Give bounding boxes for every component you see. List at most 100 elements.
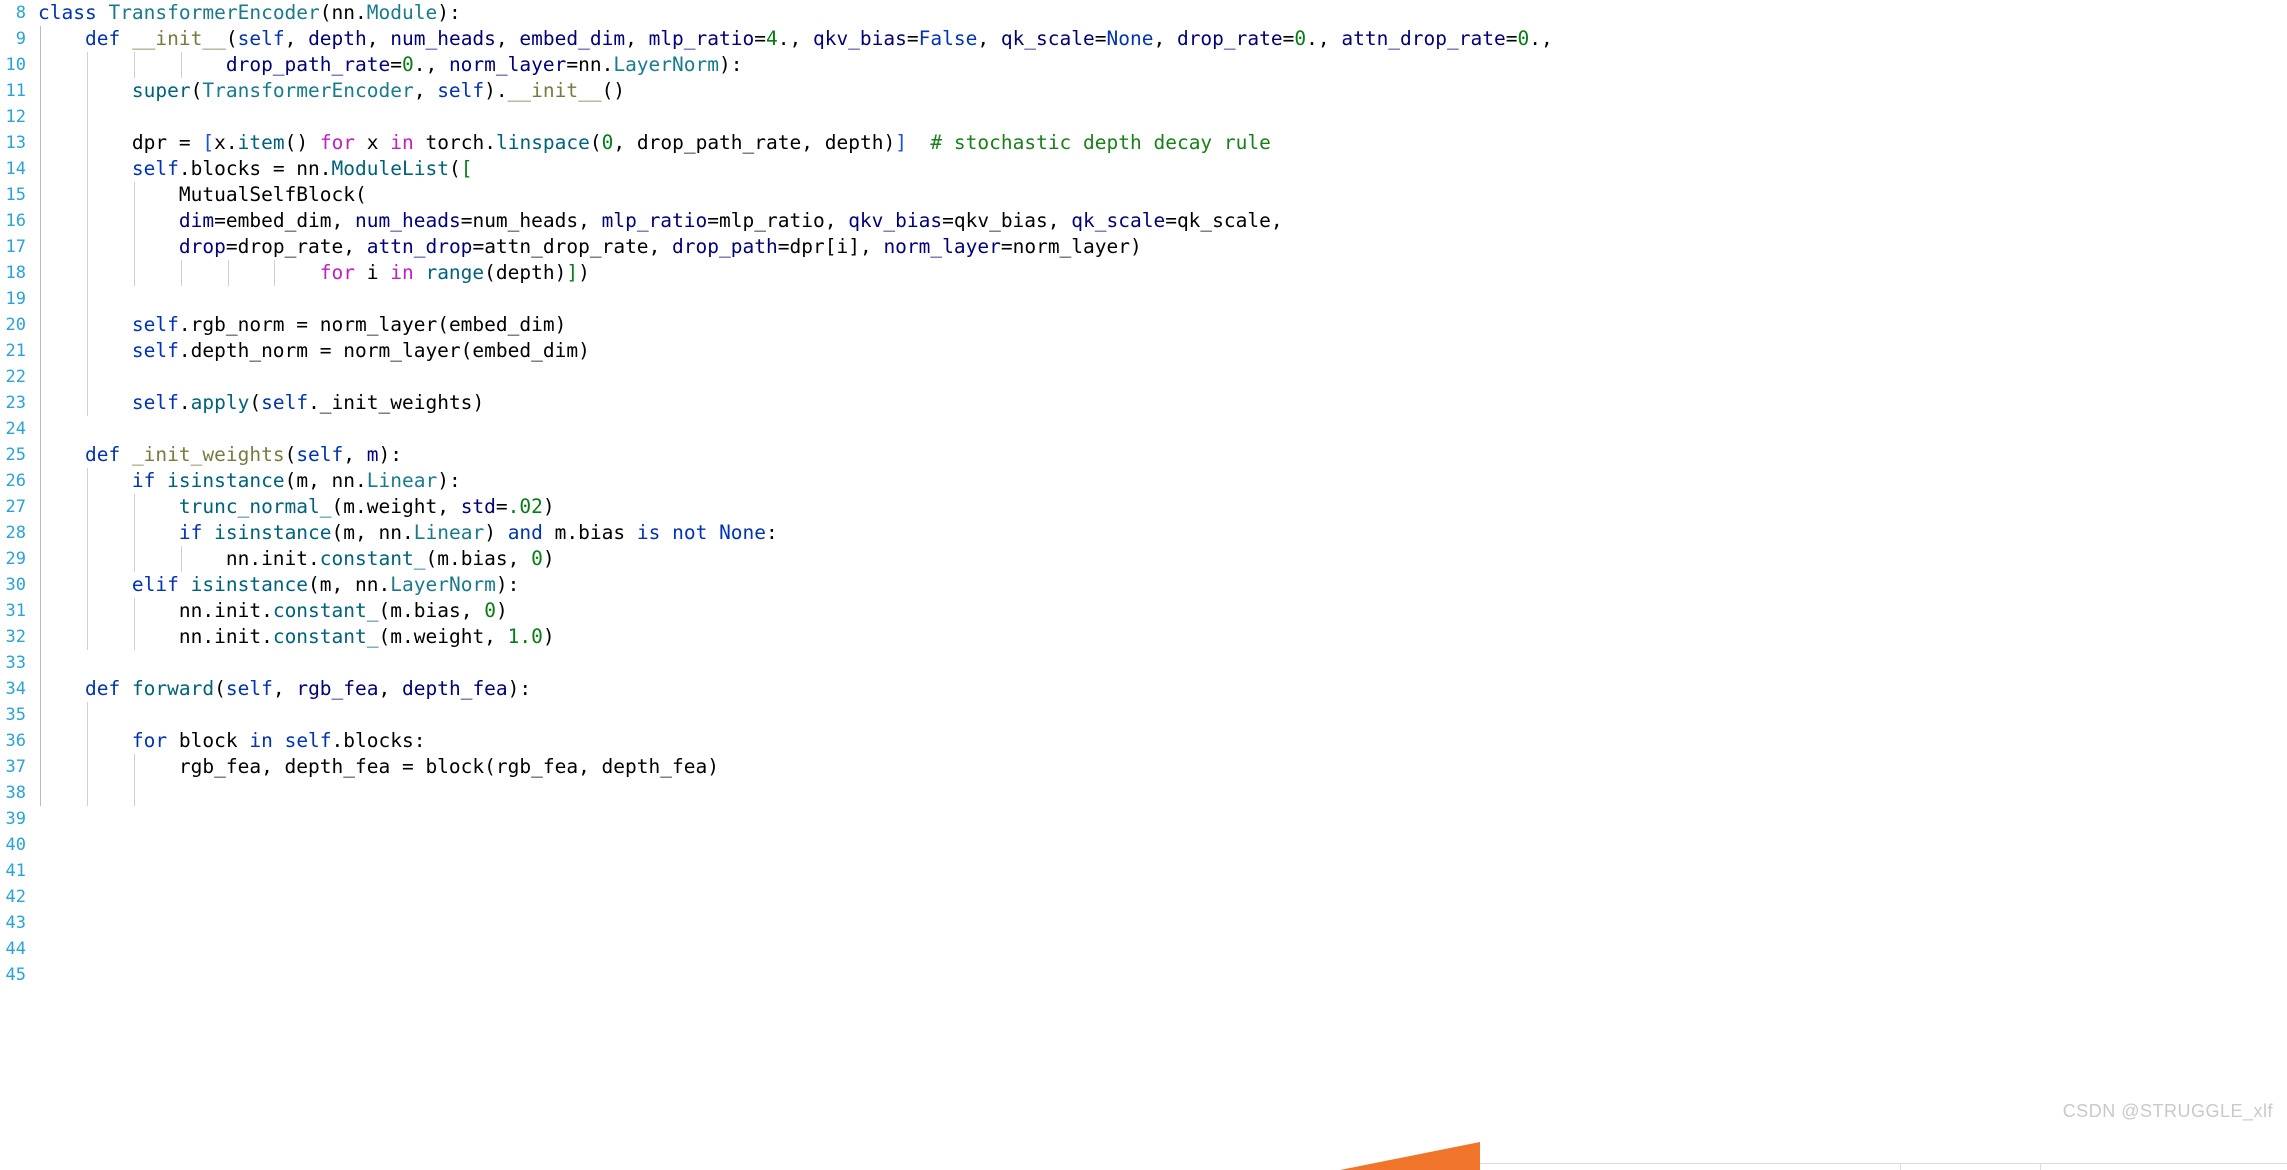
code-line[interactable]: self.apply(self._init_weights): [30, 390, 2287, 416]
code-token: ._init_weights: [308, 391, 473, 414]
code-token: class: [38, 1, 109, 24]
code-editor[interactable]: 8 9 10 11 12 13 14 15 16 17 18 19 20 21 22 23 24 25 26 27 28…: [0, 0, 2287, 1170]
code-line-text: class TransformerEncoder(nn.Module):: [30, 0, 2287, 26]
code-token: ,: [331, 573, 356, 596]
code-token: =: [754, 27, 766, 50]
line-number: 31: [5, 601, 26, 621]
code-token: MutualSelfBlock: [178, 183, 355, 206]
code-token: rgb_fea, depth_fea: [178, 755, 402, 778]
line-number: 27: [5, 497, 26, 517]
code-line[interactable]: elif isinstance(m, nn.LayerNorm):: [30, 572, 2287, 598]
line-number: 17: [5, 237, 26, 257]
code-token: torch: [425, 131, 485, 154]
code-token: (: [249, 391, 262, 414]
code-token: constant_: [272, 625, 379, 648]
code-line[interactable]: for i in range(depth)]): [30, 260, 2287, 286]
code-line[interactable]: [30, 286, 2287, 312]
code-token: nn: [578, 53, 602, 76]
code-line[interactable]: drop_path_rate=0., norm_layer=nn.LayerNo…: [30, 52, 2287, 78]
code-line[interactable]: super(TransformerEncoder, self).__init__…: [30, 78, 2287, 104]
code-token: depth: [824, 131, 884, 154]
code-line[interactable]: def __init__(self, depth, num_heads, emb…: [30, 26, 2287, 52]
code-line[interactable]: if isinstance(m, nn.Linear) and m.bias i…: [30, 520, 2287, 546]
code-token: .depth_norm: [178, 339, 320, 362]
code-line[interactable]: [30, 702, 2287, 728]
code-token: TransformerEncoder: [108, 1, 320, 24]
code-content-area[interactable]: class TransformerEncoder(nn.Module): def…: [30, 0, 2287, 1170]
code-line[interactable]: self.rgb_norm = norm_layer(embed_dim): [30, 312, 2287, 338]
code-token: self: [261, 391, 309, 414]
line-number: 26: [5, 471, 26, 491]
code-line[interactable]: trunc_normal_(m.weight, std=.02): [30, 494, 2287, 520]
line-number: 11: [5, 81, 26, 101]
code-token: embed_dim: [519, 27, 626, 50]
code-token: ]: [895, 131, 907, 154]
code-line[interactable]: MutualSelfBlock(: [30, 182, 2287, 208]
code-token: ],: [848, 235, 884, 258]
line-number: 32: [5, 627, 26, 647]
code-line[interactable]: nn.init.constant_(m.bias, 0): [30, 546, 2287, 572]
code-token: ,: [1270, 209, 1283, 232]
code-token: 0: [484, 599, 496, 622]
code-token: super: [131, 79, 191, 102]
code-line[interactable]: [30, 780, 2287, 806]
code-token: self: [296, 443, 344, 466]
code-token: ):: [719, 53, 743, 76]
code-line[interactable]: [30, 364, 2287, 390]
line-number: 34: [5, 679, 26, 699]
code-line[interactable]: [30, 104, 2287, 130]
code-token: ): [484, 521, 508, 544]
code-line[interactable]: def forward(self, rgb_fea, depth_fea):: [30, 676, 2287, 702]
line-number-gutter: 8 9 10 11 12 13 14 15 16 17 18 19 20 21 22 23 24 25 26 27 28…: [0, 0, 30, 1170]
code-line[interactable]: [30, 650, 2287, 676]
code-line[interactable]: self.blocks = nn.ModuleList([: [30, 156, 2287, 182]
code-line[interactable]: drop=drop_rate, attn_drop=attn_drop_rate…: [30, 234, 2287, 260]
code-line[interactable]: [30, 416, 2287, 442]
code-token: False: [918, 27, 978, 50]
code-line-text: drop=drop_rate, attn_drop=attn_drop_rate…: [30, 234, 2287, 260]
code-line[interactable]: for block in self.blocks:: [30, 728, 2287, 754]
code-line[interactable]: class TransformerEncoder(nn.Module):: [30, 0, 2287, 26]
code-token: [: [824, 235, 837, 258]
line-number: 9: [15, 29, 26, 49]
code-token: .,: [777, 27, 802, 50]
code-line[interactable]: dim=embed_dim, num_heads=num_heads, mlp_…: [30, 208, 2287, 234]
line-number: 21: [5, 341, 26, 361]
code-token: in: [390, 131, 426, 154]
code-line-text: nn.init.constant_(m.weight, 1.0): [30, 624, 2287, 650]
code-token: ):: [507, 677, 532, 700]
code-token: .: [484, 131, 496, 154]
code-line[interactable]: def _init_weights(self, m):: [30, 442, 2287, 468]
code-token: ,: [272, 677, 297, 700]
code-line[interactable]: nn.init.constant_(m.weight, 1.0): [30, 624, 2287, 650]
code-line-text: if isinstance(m, nn.Linear):: [30, 468, 2287, 494]
code-line[interactable]: rgb_fea, depth_fea = block(rgb_fea, dept…: [30, 754, 2287, 780]
code-line[interactable]: if isinstance(m, nn.Linear):: [30, 468, 2287, 494]
code-token: 0: [401, 53, 414, 76]
code-line[interactable]: self.depth_norm = norm_layer(embed_dim): [30, 338, 2287, 364]
line-number: 19: [5, 289, 26, 309]
code-line-text: for i in range(depth)]): [30, 260, 2287, 286]
code-line-text: self.blocks = nn.ModuleList([: [30, 156, 2287, 182]
code-token: embed_dim: [448, 313, 555, 336]
code-token: ): [707, 755, 719, 778]
code-line-text: self.apply(self._init_weights): [30, 390, 2287, 416]
code-token: qk_scale: [1071, 209, 1166, 232]
line-number: 30: [5, 575, 26, 595]
code-token: embed_dim: [225, 209, 332, 232]
code-line[interactable]: dpr = [x.item() for x in torch.linspace(…: [30, 130, 2287, 156]
code-token: x: [366, 131, 391, 154]
line-number: 44: [5, 939, 26, 959]
code-token: =: [1282, 27, 1295, 50]
code-line[interactable]: nn.init.constant_(m.bias, 0): [30, 598, 2287, 624]
code-token: norm_layer: [319, 313, 438, 336]
code-token: forward: [131, 677, 215, 700]
